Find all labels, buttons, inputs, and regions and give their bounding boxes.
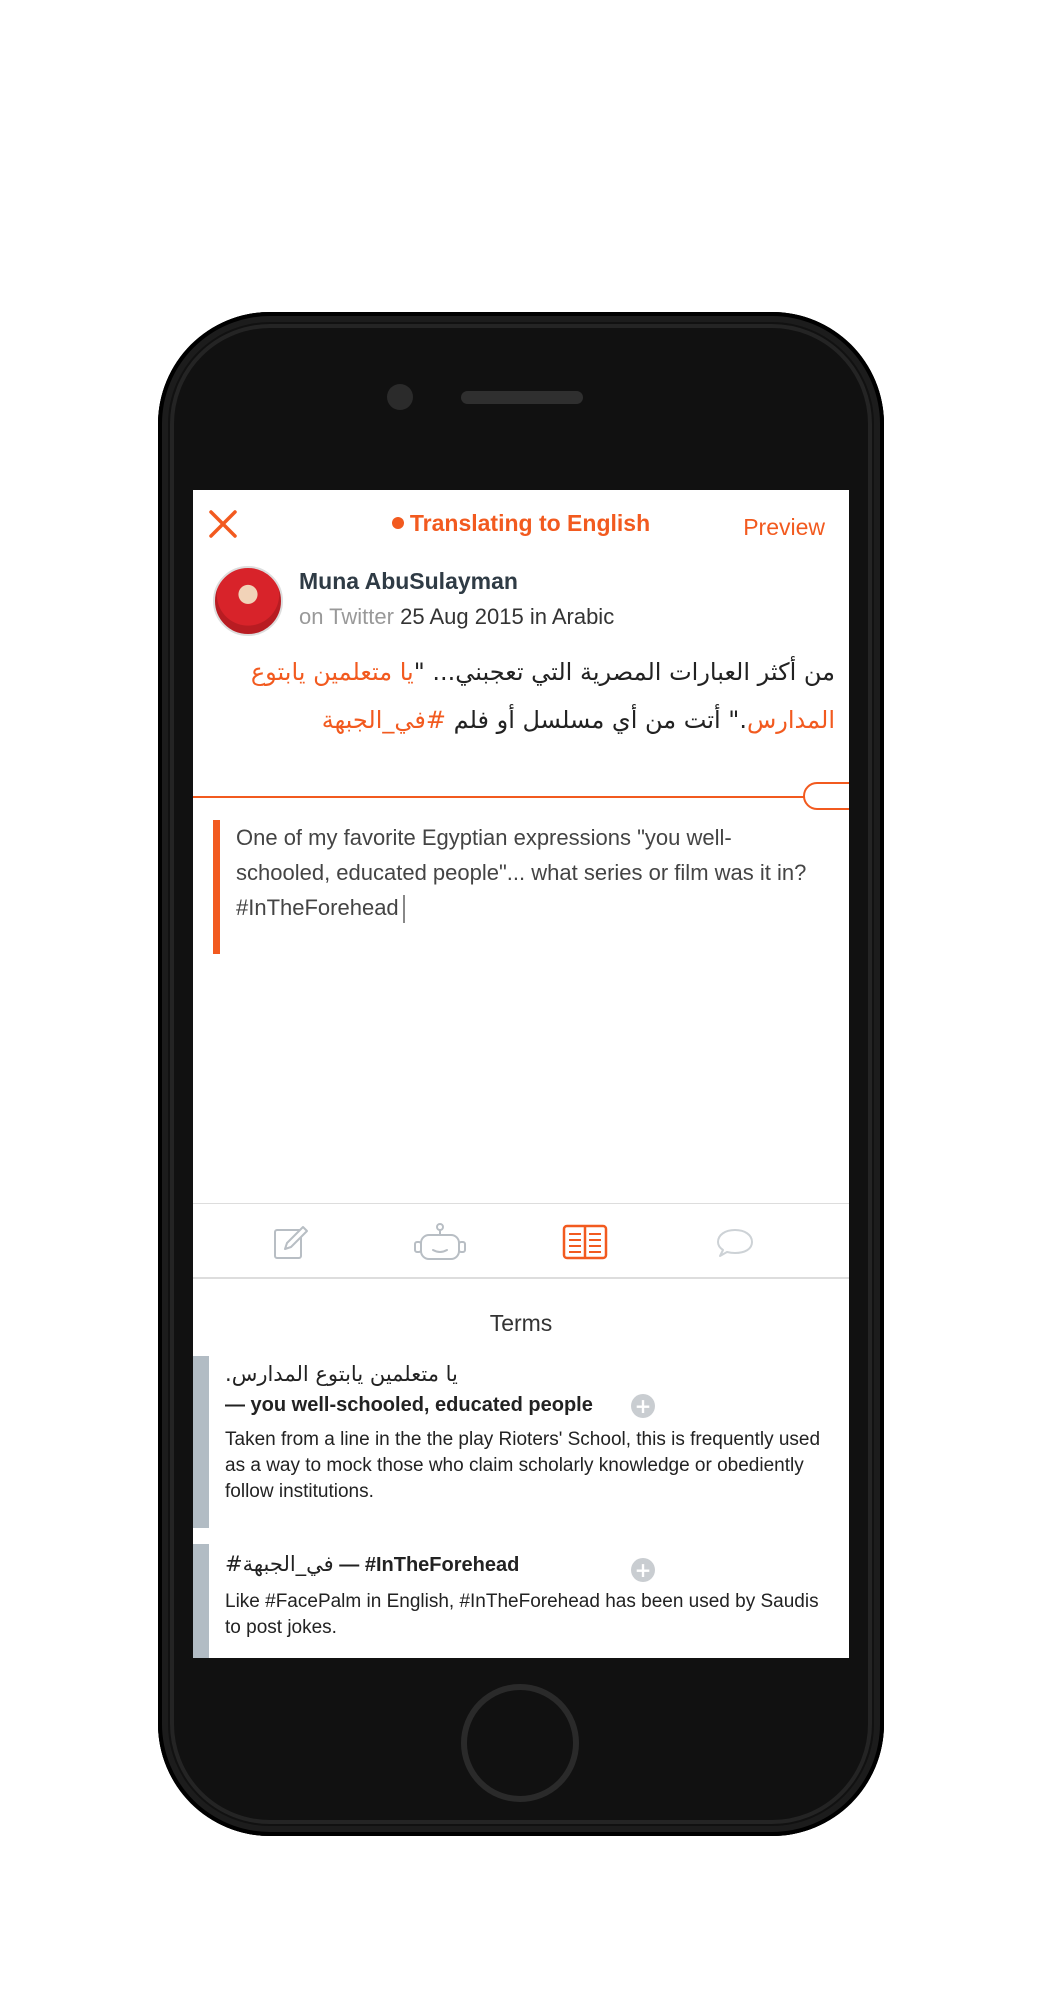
tab-glossary[interactable] [561, 1222, 609, 1262]
term-translation: — you well-schooled, educated people [225, 1394, 593, 1416]
front-camera [387, 384, 413, 410]
app-screen: Translating to English Preview Muna AbuS… [193, 490, 849, 1658]
term-header: #في_الجبهة — #InTheForehead [225, 1552, 835, 1577]
avatar[interactable] [213, 566, 283, 636]
add-term-button[interactable]: + [631, 1394, 655, 1418]
author-info: Muna AbuSulayman on Twitter 25 Aug 2015 … [213, 566, 833, 640]
home-button[interactable] [461, 1684, 579, 1802]
author-name[interactable]: Muna AbuSulayman [299, 568, 518, 595]
book-icon [562, 1224, 608, 1260]
page-title-text: Translating to English [409, 510, 651, 536]
edit-icon [274, 1226, 308, 1259]
source-text: من أكثر العبارات المصرية التي تعجبني... … [213, 648, 835, 744]
status-dot [391, 516, 404, 529]
preview-button[interactable]: Preview [743, 514, 825, 541]
author-meta: on Twitter 25 Aug 2015 in Arabic [299, 604, 614, 630]
term-card: #في_الجبهة — #InTheForehead Like #FacePa… [193, 1544, 849, 1658]
panel-toggle[interactable] [803, 782, 849, 810]
source-text-part2: ." أتت من أي مسلسل أو فلم [445, 706, 747, 734]
robot-icon [414, 1223, 466, 1260]
translation-text: One of my favorite Egyptian expressions … [236, 825, 807, 920]
terms-heading: Terms [489, 1310, 553, 1336]
text-caret [402, 895, 405, 924]
term-description: Taken from a line in the the play Rioter… [225, 1429, 821, 1502]
tab-edit[interactable] [271, 1222, 311, 1262]
post-date: 25 Aug 2015 [400, 604, 524, 629]
add-term-button[interactable]: + [631, 1558, 655, 1582]
author-platform: on Twitter [299, 604, 394, 629]
term-description: Like #FacePalm in English, #InTheForehea… [225, 1591, 819, 1638]
section-divider [193, 796, 813, 798]
term-card: .يا متعلمين يابتوع المدارس — you well-sc… [193, 1356, 849, 1528]
source-text-highlight2[interactable]: #في_الجبهة [322, 706, 446, 734]
top-bar: Translating to English Preview [193, 490, 849, 560]
post-language: in Arabic [529, 604, 615, 629]
tool-tabs [193, 1203, 849, 1279]
tab-comments[interactable] [715, 1222, 755, 1262]
term-source: .يا متعلمين يابتوع المدارس [225, 1362, 458, 1386]
tab-machine-translation[interactable] [413, 1222, 467, 1262]
comment-icon [717, 1229, 753, 1257]
term-source: #في_الجبهة [225, 1552, 334, 1576]
term-translation: — #InTheForehead [333, 1554, 520, 1576]
source-text-part1: من أكثر العبارات المصرية التي تعجبني... … [413, 658, 835, 686]
translation-editor[interactable]: One of my favorite Egyptian expressions … [213, 820, 823, 954]
earpiece-speaker [461, 391, 583, 404]
